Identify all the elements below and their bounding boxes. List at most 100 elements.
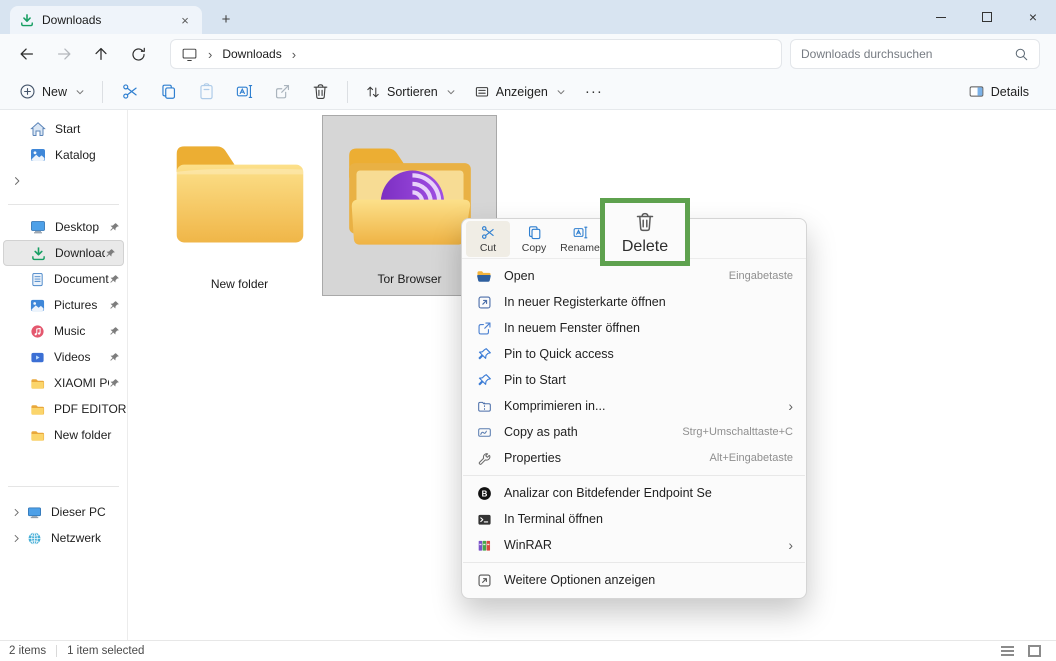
paste-button[interactable]: [187, 77, 225, 107]
forward-button[interactable]: [49, 39, 79, 69]
menu-item-copy-as-path[interactable]: Copy as path Strg+Umschalttaste+C: [462, 419, 806, 445]
sidebar-item-pdf-editor[interactable]: PDF EDITOR: [0, 396, 127, 422]
sidebar-item-label: XIAOMI POCO F: [54, 376, 109, 390]
sidebar-item-netzwerk[interactable]: Netzwerk: [0, 525, 127, 551]
menu-item-open-in-terminal[interactable]: In Terminal öffnen: [462, 506, 806, 532]
menu-item-label: In neuer Registerkarte öffnen: [504, 295, 666, 309]
sidebar-item-dieser-pc[interactable]: Dieser PC: [0, 499, 127, 525]
maximize-button[interactable]: [964, 0, 1010, 34]
music-icon: [30, 324, 45, 339]
sidebar-item-start[interactable]: Start: [0, 116, 127, 142]
sidebar-expander[interactable]: [0, 168, 127, 194]
sidebar-item-xiaomi-poco-f[interactable]: XIAOMI POCO F: [0, 370, 127, 396]
sidebar-item-label: Pictures: [54, 298, 98, 312]
search-box[interactable]: [790, 39, 1040, 69]
menu-item-label: Weitere Optionen anzeigen: [504, 573, 656, 587]
quick-delete-button-highlighted[interactable]: Delete: [600, 198, 690, 266]
close-icon: ×: [1028, 9, 1038, 25]
sidebar-item-videos[interactable]: Videos: [0, 344, 127, 370]
sidebar-item-label: Downloads: [55, 246, 105, 260]
cut-button[interactable]: [111, 77, 149, 107]
new-button[interactable]: New: [10, 78, 94, 105]
sidebar-item-label: Desktop: [55, 220, 100, 234]
sidebar-item-new-folder[interactable]: New folder: [0, 422, 127, 448]
menu-separator: [463, 475, 805, 476]
quick-cut-button[interactable]: Cut: [466, 220, 510, 257]
menu-item-open-new-window[interactable]: In neuem Fenster öffnen: [462, 315, 806, 341]
menu-item-pin-quick-access[interactable]: Pin to Quick access: [462, 341, 806, 367]
pin-icon: [476, 346, 492, 362]
navigation-bar: › Downloads ›: [0, 34, 1056, 74]
quick-copy-button[interactable]: Copy: [512, 221, 556, 257]
home-icon: [30, 121, 46, 137]
menu-item-bitdefender-scan[interactable]: B Analizar con Bitdefender Endpoint Se: [462, 480, 806, 506]
menu-item-label: Properties: [504, 451, 561, 465]
sort-button[interactable]: Sortieren: [356, 79, 465, 105]
menu-item-label: In neuem Fenster öffnen: [504, 321, 640, 335]
breadcrumb-segment-downloads[interactable]: Downloads: [222, 47, 281, 61]
back-button[interactable]: [12, 39, 42, 69]
wrench-icon: [476, 450, 492, 466]
copy-button[interactable]: [149, 77, 187, 107]
menu-separator: [463, 562, 805, 563]
sidebar-item-downloads[interactable]: Downloads: [3, 240, 124, 266]
sidebar-item-label: Videos: [54, 350, 91, 364]
share-button[interactable]: [263, 77, 301, 107]
sidebar-item-label: Dieser PC: [51, 505, 106, 519]
sidebar-item-music[interactable]: Music: [0, 318, 127, 344]
menu-item-show-more-options[interactable]: Weitere Optionen anzeigen: [462, 567, 806, 593]
menu-item-compress[interactable]: Komprimieren in... ›: [462, 393, 806, 419]
quick-rename-button[interactable]: Rename: [558, 221, 602, 257]
new-button-label: New: [42, 84, 68, 99]
details-pane-button[interactable]: Details: [959, 78, 1038, 105]
tab-downloads[interactable]: Downloads ×: [10, 6, 202, 34]
menu-item-label: In Terminal öffnen: [504, 512, 603, 526]
search-input[interactable]: [801, 47, 1014, 61]
maximize-icon: [982, 12, 992, 22]
minimize-button[interactable]: [918, 0, 964, 34]
svg-text:B: B: [481, 489, 487, 498]
pin-icon: [476, 372, 492, 388]
file-item-new-folder[interactable]: New folder: [152, 115, 327, 291]
sidebar-item-katalog[interactable]: Katalog: [0, 142, 127, 168]
new-tab-button[interactable]: +: [214, 8, 238, 30]
sidebar-item-pictures[interactable]: Pictures: [0, 292, 127, 318]
chevron-right-icon[interactable]: [11, 507, 22, 518]
thumbnail-view-button[interactable]: [1028, 645, 1041, 657]
rename-button[interactable]: [225, 77, 263, 107]
download-icon: [31, 246, 46, 261]
view-button[interactable]: Anzeigen: [465, 79, 575, 105]
sidebar-item-label: Netzwerk: [51, 531, 102, 545]
sidebar-item-desktop[interactable]: Desktop: [0, 214, 127, 240]
search-icon: [1014, 47, 1029, 62]
menu-item-pin-to-start[interactable]: Pin to Start: [462, 367, 806, 393]
list-view-button[interactable]: [1001, 646, 1014, 656]
up-button[interactable]: [86, 39, 116, 69]
delete-button[interactable]: [301, 77, 339, 107]
menu-item-open-new-tab[interactable]: In neuer Registerkarte öffnen: [462, 289, 806, 315]
menu-item-open[interactable]: Open Eingabetaste: [462, 263, 806, 289]
menu-item-properties[interactable]: Properties Alt+Eingabetaste: [462, 445, 806, 471]
refresh-button[interactable]: [123, 39, 153, 69]
pin-icon: [109, 222, 120, 233]
address-bar[interactable]: › Downloads ›: [170, 39, 782, 69]
menu-item-winrar[interactable]: WinRAR ›: [462, 532, 806, 558]
quick-action-label: Cut: [479, 241, 497, 254]
chevron-right-icon[interactable]: [11, 533, 22, 544]
breadcrumb-chevron-icon: ›: [208, 46, 213, 62]
close-button[interactable]: ×: [1010, 0, 1056, 34]
submenu-arrow-icon: ›: [788, 537, 793, 553]
selected-count: 1 item selected: [67, 645, 145, 657]
open-in-new-window-icon: [476, 320, 492, 336]
tab-close-icon[interactable]: ×: [176, 11, 194, 29]
window-controls: ×: [918, 0, 1056, 34]
menu-item-label: Copy as path: [504, 425, 578, 439]
details-pane-label: Details: [990, 84, 1029, 99]
sidebar-item-label: Katalog: [55, 148, 96, 162]
file-name: New folder: [210, 277, 269, 291]
this-pc-icon: [27, 505, 42, 520]
sidebar-separator: [8, 204, 119, 205]
more-options-button[interactable]: ···: [575, 83, 613, 100]
chevron-right-icon: [11, 175, 23, 187]
sidebar-item-documents[interactable]: Documents: [0, 266, 127, 292]
